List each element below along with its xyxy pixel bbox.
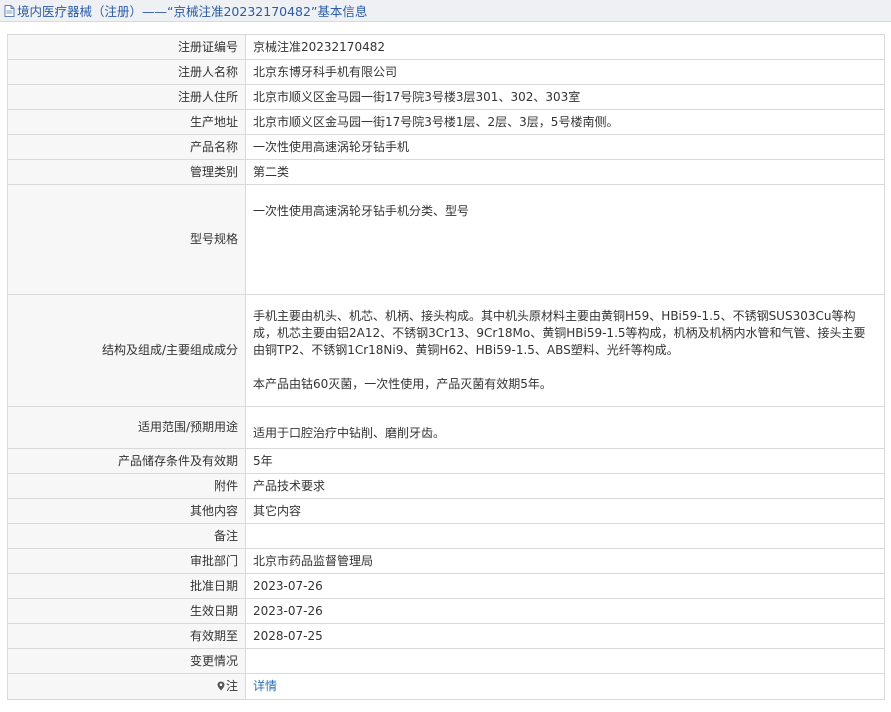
label-change: 变更情况 <box>7 648 246 674</box>
table-row: 生效日期 2023-07-26 <box>7 598 885 624</box>
page-title-bar: 境内医疗器械（注册）——“京械注准20232170482”基本信息 <box>0 0 891 22</box>
table-row: 产品名称 一次性使用高速涡轮牙钻手机 <box>7 134 885 160</box>
table-row: 产品储存条件及有效期 5年 <box>7 448 885 474</box>
label-approve-date: 批准日期 <box>7 573 246 599</box>
value-structure: 手机主要由机头、机芯、机柄、接头构成。其中机头原材料主要由黄铜H59、HBi59… <box>245 294 885 407</box>
label-reg-no: 注册证编号 <box>7 34 246 60</box>
label-category: 管理类别 <box>7 159 246 185</box>
table-row: 管理类别 第二类 <box>7 159 885 185</box>
label-note: 注 <box>7 673 246 700</box>
value-storage: 5年 <box>245 448 885 474</box>
value-reg-no: 京械注准20232170482 <box>245 34 885 60</box>
table-row: 型号规格 一次性使用高速涡轮牙钻手机分类、型号 <box>7 184 885 295</box>
table-row: 变更情况 <box>7 648 885 674</box>
table-row: 生产地址 北京市顺义区金马园一街17号院3号楼1层、2层、3层，5号楼南侧。 <box>7 109 885 135</box>
document-icon <box>4 4 15 17</box>
label-registrant: 注册人名称 <box>7 59 246 85</box>
label-attachment: 附件 <box>7 473 246 499</box>
value-model: 一次性使用高速涡轮牙钻手机分类、型号 <box>245 184 885 295</box>
value-other: 其它内容 <box>245 498 885 524</box>
label-scope: 适用范围/预期用途 <box>7 406 246 449</box>
label-dept: 审批部门 <box>7 548 246 574</box>
label-prod-name: 产品名称 <box>7 134 246 160</box>
detail-link[interactable]: 详情 <box>253 679 277 693</box>
value-note: 详情 <box>245 673 885 700</box>
table-row: 结构及组成/主要组成成分 手机主要由机头、机芯、机柄、接头构成。其中机头原材料主… <box>7 294 885 407</box>
value-effective-date: 2023-07-26 <box>245 598 885 624</box>
label-model: 型号规格 <box>7 184 246 295</box>
table-row: 附件 产品技术要求 <box>7 473 885 499</box>
page-title: 境内医疗器械（注册）——“京械注准20232170482”基本信息 <box>17 4 368 19</box>
map-pin-icon <box>217 681 225 691</box>
value-approve-date: 2023-07-26 <box>245 573 885 599</box>
table-row: 注册人住所 北京市顺义区金马园一街17号院3号楼3层301、302、303室 <box>7 84 885 110</box>
value-prod-addr: 北京市顺义区金马园一街17号院3号楼1层、2层、3层，5号楼南侧。 <box>245 109 885 135</box>
value-prod-name: 一次性使用高速涡轮牙钻手机 <box>245 134 885 160</box>
label-expire-date: 有效期至 <box>7 623 246 649</box>
label-effective-date: 生效日期 <box>7 598 246 624</box>
value-remark <box>245 523 885 549</box>
table-row: 注册证编号 京械注准20232170482 <box>7 34 885 60</box>
value-registrant-addr: 北京市顺义区金马园一街17号院3号楼3层301、302、303室 <box>245 84 885 110</box>
label-registrant-addr: 注册人住所 <box>7 84 246 110</box>
table-row: 注 详情 <box>7 673 885 700</box>
value-category: 第二类 <box>245 159 885 185</box>
value-expire-date: 2028-07-25 <box>245 623 885 649</box>
label-remark: 备注 <box>7 523 246 549</box>
label-prod-addr: 生产地址 <box>7 109 246 135</box>
table-row: 注册人名称 北京东博牙科手机有限公司 <box>7 59 885 85</box>
label-structure: 结构及组成/主要组成成分 <box>7 294 246 407</box>
label-other: 其他内容 <box>7 498 246 524</box>
table-row: 批准日期 2023-07-26 <box>7 573 885 599</box>
table-row: 有效期至 2028-07-25 <box>7 623 885 649</box>
value-change <box>245 648 885 674</box>
value-dept: 北京市药品监督管理局 <box>245 548 885 574</box>
label-note-text: 注 <box>225 679 238 693</box>
info-table: 注册证编号 京械注准20232170482 注册人名称 北京东博牙科手机有限公司… <box>7 34 885 700</box>
table-row: 备注 <box>7 523 885 549</box>
label-storage: 产品储存条件及有效期 <box>7 448 246 474</box>
table-row: 其他内容 其它内容 <box>7 498 885 524</box>
table-row: 审批部门 北京市药品监督管理局 <box>7 548 885 574</box>
value-registrant: 北京东博牙科手机有限公司 <box>245 59 885 85</box>
value-attachment: 产品技术要求 <box>245 473 885 499</box>
table-row: 适用范围/预期用途 适用于口腔治疗中钻削、磨削牙齿。 <box>7 406 885 449</box>
value-scope: 适用于口腔治疗中钻削、磨削牙齿。 <box>245 406 885 449</box>
